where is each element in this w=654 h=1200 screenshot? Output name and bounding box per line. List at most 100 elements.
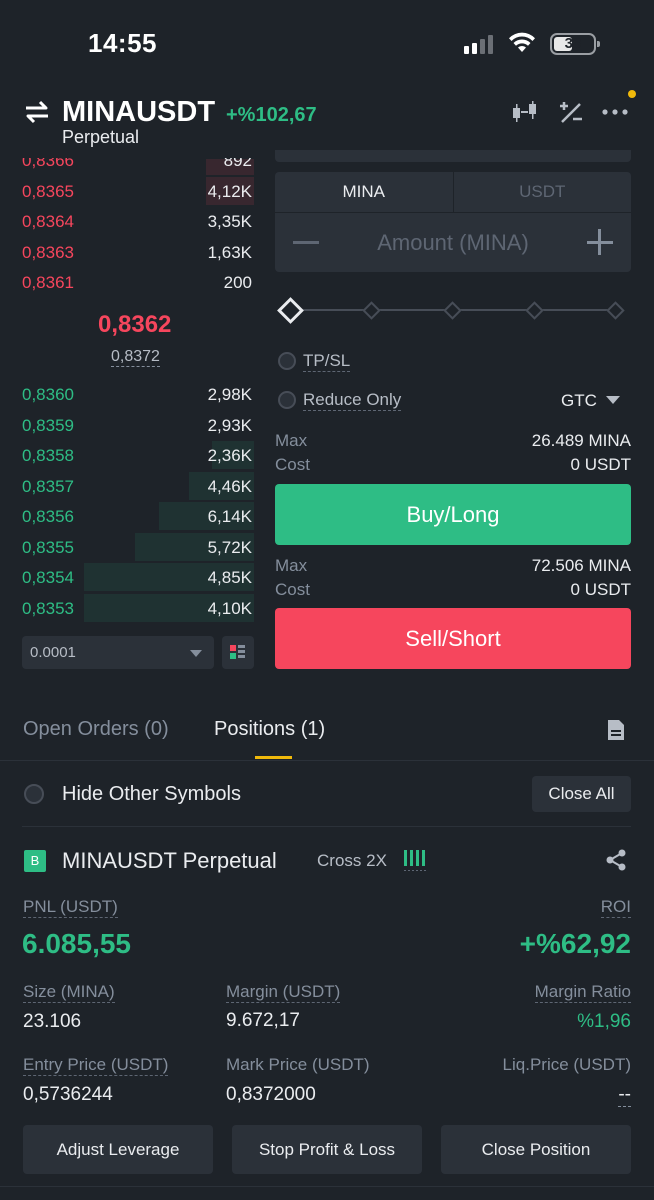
ask-price: 0,8366 [22,158,74,170]
wifi-icon [509,32,535,52]
margin-ratio-value: %1,96 [577,1011,631,1032]
share-icon[interactable] [604,848,628,872]
calculator-icon[interactable] [558,100,584,124]
margin-ratio-label: Margin Ratio [534,982,631,1003]
battery-icon: 33 [550,33,600,55]
bid-quantity: 2,36K [207,446,252,465]
last-price[interactable]: 0,8362 [98,311,171,339]
sell-max-label: Max [275,556,308,575]
unit-tab-mina[interactable]: MINA [275,172,454,212]
bid-price: 0,8358 [22,446,74,465]
reduce-only-label[interactable]: Reduce Only [303,390,402,411]
tab-open-orders[interactable]: Open Orders (0) [23,718,169,741]
pnl-label: PNL (USDT) [23,897,118,918]
bid-price: 0,8359 [22,415,74,435]
ask-row[interactable]: 0,8361 200 [22,267,254,297]
order-type-select[interactable] [275,150,631,162]
buy-max-label: Max [275,431,308,450]
tick-size-select[interactable]: 0.0001 [22,636,214,669]
leverage-underline [404,870,428,871]
amount-placeholder: Amount (MINA) [377,230,529,255]
time-in-force-select[interactable]: GTC [561,391,597,411]
roi-label: ROI [600,897,631,918]
slider-handle[interactable] [277,297,304,324]
symbol-title[interactable]: MINAUSDT [62,96,215,129]
bid-row[interactable]: 0,8357 4,46K [22,471,254,501]
more-menu-icon[interactable] [602,108,628,116]
bid-quantity: 2,98K [207,385,252,404]
swap-arrows-icon[interactable] [24,100,50,124]
chevron-down-icon[interactable] [606,396,620,404]
candlestick-chart-icon[interactable] [510,100,540,124]
slider-step-100[interactable] [606,301,625,320]
chevron-down-icon [190,650,202,657]
notification-dot [628,90,636,98]
roi-value: +%62,92 [519,928,631,959]
buy-cost-label: Cost [275,455,310,474]
bid-price: 0,8360 [22,385,74,404]
bid-row[interactable]: 0,8353 4,10K [22,593,254,623]
document-icon[interactable] [606,719,626,741]
entry-price-label: Entry Price (USDT) [23,1055,169,1076]
tpsl-checkbox[interactable] [278,352,296,370]
bid-row[interactable]: 0,8356 6,14K [22,501,254,531]
bid-row[interactable]: 0,8355 5,72K [22,532,254,562]
ask-row[interactable]: 0,8364 3,35K [22,206,254,236]
margin-value: 9.672,17 [226,1010,300,1031]
bid-price: 0,8354 [22,568,74,587]
bid-row[interactable]: 0,8359 2,93K [22,410,254,440]
ask-price: 0,8361 [22,273,74,292]
amount-unit-tabs: MINA USDT [275,172,631,212]
unit-tab-usdt[interactable]: USDT [454,172,632,212]
bid-row[interactable]: 0,8358 2,36K [22,440,254,470]
close-position-button[interactable]: Close Position [441,1125,631,1174]
tpsl-label[interactable]: TP/SL [303,351,351,372]
bid-quantity: 4,46K [207,476,252,496]
amount-input[interactable]: Amount (MINA) [275,213,631,272]
tab-positions[interactable]: Positions (1) [214,718,325,741]
ask-row[interactable]: 0,8365 4,12K [22,176,254,206]
position-symbol[interactable]: MINAUSDT Perpetual [62,848,277,874]
tick-size-value: 0.0001 [30,644,76,661]
tabs-divider [0,760,654,761]
mark-price-label: Mark Price (USDT) [226,1055,370,1074]
slider-step-50[interactable] [443,301,462,320]
pnl-value: 6.085,55 [22,928,131,959]
hide-other-symbols-checkbox[interactable] [24,784,44,804]
hide-other-symbols-label[interactable]: Hide Other Symbols [62,783,241,806]
ask-row[interactable]: 0,8366 892 [22,158,254,175]
close-all-button[interactable]: Close All [532,776,631,812]
sell-short-button[interactable]: Sell/Short [275,608,631,669]
adjust-leverage-button[interactable]: Adjust Leverage [23,1125,213,1174]
stop-profit-loss-button[interactable]: Stop Profit & Loss [232,1125,422,1174]
orderbook-layout-icon[interactable] [222,636,254,669]
bid-quantity: 4,10K [207,598,252,618]
ask-row[interactable]: 0,8363 1,63K [22,237,254,267]
status-time: 14:55 [88,28,157,58]
ask-quantity: 200 [223,273,252,292]
liq-price-value[interactable]: -- [618,1084,631,1107]
ask-price: 0,8364 [22,212,74,231]
cellular-signal-icon [464,34,493,54]
buy-long-button[interactable]: Buy/Long [275,484,631,545]
entry-price-value: 0,5736244 [23,1084,113,1105]
tab-active-indicator [255,756,292,759]
size-label: Size (MINA) [23,982,115,1003]
slider-step-75[interactable] [525,301,544,320]
bid-price: 0,8356 [22,507,74,526]
bid-quantity: 5,72K [207,537,252,557]
size-value: 23.106 [23,1011,82,1032]
position-margin-mode: Cross 2X [317,851,387,870]
battery-level: 33 [564,35,582,52]
slider-step-25[interactable] [362,301,381,320]
bid-row[interactable]: 0,8354 4,85K [22,562,254,592]
contract-type: Perpetual [62,127,140,147]
sell-cost-value: 0 USDT [570,580,631,599]
reduce-only-checkbox[interactable] [278,391,296,409]
bottom-divider [0,1186,654,1200]
bid-quantity: 4,85K [207,568,252,587]
bid-row[interactable]: 0,8360 2,98K [22,379,254,409]
ask-quantity: 1,63K [207,242,252,262]
mark-price[interactable]: 0,8372 [111,347,160,367]
bid-price: 0,8355 [22,537,74,557]
